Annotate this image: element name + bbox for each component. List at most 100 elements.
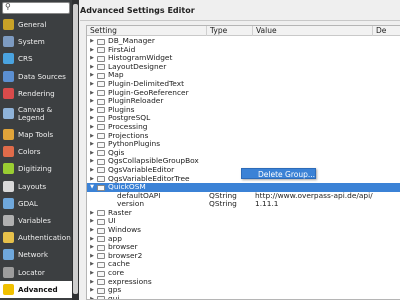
sidebar-scrollbar-thumb[interactable] — [73, 4, 78, 294]
sidebar-item-label: System — [18, 37, 45, 47]
expand-arrow-icon[interactable]: ▶ — [89, 252, 95, 261]
sidebar-item-label: Layouts — [18, 181, 47, 191]
sidebar-item-system[interactable]: System — [0, 33, 72, 50]
expand-arrow-icon[interactable]: ▶ — [89, 243, 95, 252]
expand-arrow-icon[interactable]: ▶ — [89, 140, 95, 149]
column-header-type[interactable]: Type — [207, 26, 253, 36]
group-row[interactable]: ▶ Windows — [87, 225, 400, 235]
group-row[interactable]: ▶ Raster — [87, 208, 400, 218]
sidebar-item-rendering[interactable]: Rendering — [0, 85, 72, 102]
group-row[interactable]: ▶ LayoutDesigner — [87, 62, 400, 72]
sidebar-item-crs[interactable]: CRS — [0, 50, 72, 67]
expand-arrow-icon[interactable]: ▶ — [89, 106, 95, 115]
globe-icon — [3, 53, 14, 65]
palette-icon — [3, 146, 14, 158]
column-header-setting[interactable]: Setting — [87, 26, 207, 36]
expand-arrow-icon[interactable]: ▶ — [89, 217, 95, 226]
table-icon — [3, 70, 14, 82]
expand-arrow-icon[interactable]: ▶ — [89, 89, 95, 98]
sidebar-item-layouts[interactable]: Layouts — [0, 178, 72, 195]
expand-arrow-icon[interactable]: ▶ — [89, 37, 95, 46]
folder-icon — [97, 279, 105, 286]
expand-arrow-icon[interactable]: ▶ — [89, 63, 95, 72]
network-icon — [3, 249, 14, 261]
sidebar-scrollbar[interactable] — [72, 0, 79, 300]
sidebar-item-locator[interactable]: Locator — [0, 263, 72, 280]
sidebar-item-variables[interactable]: Variables — [0, 212, 72, 229]
expand-arrow-icon[interactable]: ▶ — [89, 132, 95, 141]
folder-icon — [97, 133, 105, 140]
settings-tree[interactable]: Setting Type Value De ▶ DB_Manager ▶ FirstA… — [86, 25, 400, 300]
expand-arrow-icon[interactable]: ▶ — [89, 269, 95, 278]
expand-arrow-icon[interactable]: ▶ — [89, 97, 95, 106]
expand-arrow-icon[interactable]: ▶ — [89, 80, 95, 89]
setting-type: QString — [209, 199, 237, 209]
group-row[interactable]: ▶ gps — [87, 286, 400, 295]
expand-arrow-icon[interactable]: ▶ — [89, 54, 95, 63]
expand-arrow-icon[interactable]: ▶ — [89, 209, 95, 218]
sidebar-item-data-sources[interactable]: Data Sources — [0, 68, 72, 85]
sidebar-item-colors[interactable]: Colors — [0, 143, 72, 160]
page-title: Advanced Settings Editor — [80, 6, 195, 15]
sidebar-item-digitizing[interactable]: Digitizing — [0, 160, 72, 177]
column-header-value[interactable]: Value — [253, 26, 373, 36]
search-input[interactable]: ⚲ — [2, 2, 70, 14]
folder-icon — [97, 210, 105, 217]
folder-icon — [97, 90, 105, 97]
expand-arrow-icon[interactable]: ▶ — [89, 295, 95, 299]
group-row[interactable]: ▶ browser2 — [87, 251, 400, 261]
expand-arrow-icon[interactable]: ▶ — [89, 71, 95, 80]
folder-icon — [97, 261, 105, 268]
folder-icon — [97, 218, 105, 225]
sidebar-nav: General System CRS Data Sources Rendering Can… — [0, 16, 72, 298]
folder-icon — [97, 236, 105, 243]
setting-value[interactable]: 1.11.1 — [255, 200, 279, 209]
group-row[interactable]: ▶ gui — [87, 294, 400, 299]
lock-icon — [3, 232, 14, 244]
digitize-icon — [3, 163, 14, 175]
expand-arrow-icon[interactable]: ▶ — [89, 46, 95, 55]
layout-icon — [3, 180, 14, 192]
expand-arrow-icon[interactable]: ▶ — [89, 114, 95, 123]
folder-icon — [97, 167, 105, 174]
expand-arrow-icon[interactable]: ▶ — [89, 226, 95, 235]
expand-arrow-icon[interactable]: ▶ — [89, 235, 95, 244]
folder-icon — [97, 158, 105, 165]
group-row[interactable]: ▶ cache — [87, 260, 400, 269]
search-icon: ⚲ — [5, 2, 11, 11]
context-menu-delete-group[interactable]: Delete Group... — [241, 168, 316, 179]
folder-icon — [97, 176, 105, 182]
folder-icon — [97, 115, 105, 122]
sidebar-item-authentication[interactable]: Authentication — [0, 229, 72, 246]
folder-icon — [97, 98, 105, 105]
collapse-arrow-icon[interactable]: ▼ — [89, 183, 95, 192]
expand-arrow-icon[interactable]: ▶ — [89, 260, 95, 269]
column-header-description[interactable]: De — [373, 26, 400, 36]
folder-icon — [97, 107, 105, 114]
expand-arrow-icon[interactable]: ▶ — [89, 175, 95, 184]
expand-arrow-icon[interactable]: ▶ — [89, 149, 95, 158]
tree-header: Setting Type Value De — [87, 26, 400, 36]
expand-arrow-icon[interactable]: ▶ — [89, 166, 95, 175]
locator-icon — [3, 266, 14, 278]
sidebar-item-label: Authentication — [18, 233, 71, 243]
expand-arrow-icon[interactable]: ▶ — [89, 157, 95, 166]
sidebar-item-advanced[interactable]: Advanced — [0, 280, 72, 298]
group-row[interactable]: ▶ PythonPlugins — [87, 140, 400, 149]
sidebar-item-gdal[interactable]: GDAL — [0, 195, 72, 212]
group-row[interactable]: ▶ expressions — [87, 277, 400, 287]
expand-arrow-icon[interactable]: ▶ — [89, 123, 95, 132]
folder-icon — [97, 296, 105, 299]
sidebar-item-canvas-legend[interactable]: Canvas & Legend — [0, 102, 72, 126]
setting-row[interactable]: version QString 1.11.1 — [87, 200, 400, 209]
sidebar-item-general[interactable]: General — [0, 16, 72, 33]
sidebar-item-label: Colors — [18, 147, 41, 157]
sidebar-item-label: Rendering — [18, 88, 55, 98]
canvas-icon — [3, 108, 14, 120]
folder-icon — [97, 72, 105, 79]
sidebar-item-map-tools[interactable]: Map Tools — [0, 126, 72, 143]
expand-arrow-icon[interactable]: ▶ — [89, 286, 95, 295]
main-panel: Advanced Settings Editor Setting Type Va… — [80, 0, 400, 300]
expand-arrow-icon[interactable]: ▶ — [89, 278, 95, 287]
sidebar-item-network[interactable]: Network — [0, 246, 72, 263]
